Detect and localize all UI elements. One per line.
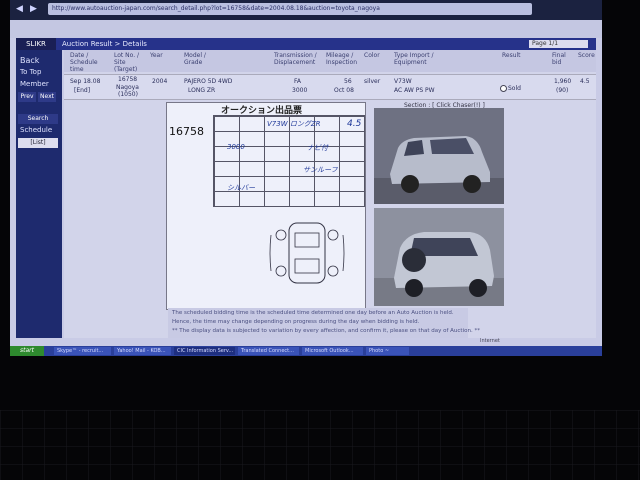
page-toolbar <box>10 20 602 38</box>
col-result: Result <box>502 52 521 59</box>
cell-transmission: FA <box>294 78 302 85</box>
security-zone: Internet <box>480 338 500 344</box>
address-bar[interactable]: http://www.autoauction-japan.com/search_… <box>48 3 532 15</box>
cell-equipment: AC AW PS PW <box>394 87 435 94</box>
cell-color: silver <box>364 78 381 85</box>
site-header-bar: SLIKR Auction Result > Details Page 1/1 <box>16 38 596 50</box>
cell-price-note: (90) <box>556 87 569 94</box>
cell-site: Nagoya <box>116 84 139 91</box>
handwriting: 4.5 <box>347 119 362 129</box>
handwriting: ナビ付 <box>307 144 328 152</box>
car-photo-front <box>374 108 504 204</box>
list-button[interactable]: [List] <box>18 138 58 148</box>
taskbar: start Skype™ - recruit... Yahoo! Mail - … <box>10 346 602 356</box>
member-link[interactable]: Member <box>20 80 49 88</box>
cell-grade: LONG ZR <box>188 87 216 94</box>
col-color: Color <box>364 52 380 59</box>
main-content: Date / Schedule time Lot No. / Site (Tar… <box>64 50 596 346</box>
col-mileage: Mileage / Inspection <box>326 52 357 66</box>
cell-site-code: (1050) <box>118 91 138 98</box>
laptop-keyboard <box>0 410 640 480</box>
col-date: Date / Schedule time <box>70 52 98 73</box>
back-link[interactable]: Back <box>20 56 39 65</box>
sheet-lot-number: 16758 <box>169 125 204 138</box>
table-row[interactable]: Sep 18.08 [End] 16758 Nagoya (1050) 2004… <box>64 74 596 100</box>
col-lot: Lot No. / Site (Target) <box>114 52 140 73</box>
cell-model: PAJERO 5D 4WD <box>184 78 233 85</box>
back-icon[interactable]: ◀ <box>16 3 26 15</box>
cell-type: V73W <box>394 78 412 85</box>
notice-line: ** The display data is subjected to vari… <box>172 328 480 334</box>
cell-inspection: Oct 08 <box>334 87 354 94</box>
taskbar-item-active[interactable]: CIC Information Serv... <box>174 347 235 355</box>
col-type: Type Import / Equipment <box>394 52 434 66</box>
handwriting: V73W ロングZR <box>267 120 321 128</box>
handwriting: 3000 <box>227 143 245 151</box>
monitor-screen: ◀ ▶ http://www.autoauction-japan.com/sea… <box>10 0 602 352</box>
auction-sheet-image: オークション出品票 16758 V73W ロングZR 4.5 ナビ付 サンルーフ… <box>166 102 366 310</box>
col-transmission: Transmission / Displacement <box>274 52 317 66</box>
col-model: Model / Grade <box>184 52 206 66</box>
notice-line: The scheduled bidding time is the schedu… <box>172 310 454 316</box>
handwriting: シルバー <box>227 184 255 192</box>
col-score: Score <box>578 52 595 59</box>
cell-score: 4.5 <box>580 78 590 85</box>
taskbar-item[interactable]: Photo ~ <box>366 347 409 355</box>
cell-mileage: 56 <box>344 78 352 85</box>
sidebar: Back To Top Member Prev Next Search Sche… <box>16 50 62 345</box>
taskbar-item[interactable]: Translated Connect... <box>238 347 299 355</box>
start-button[interactable]: start <box>10 346 44 356</box>
cell-date: Sep 18.08 <box>70 78 101 85</box>
result-radio[interactable] <box>500 85 507 92</box>
cell-price: 1,960 <box>554 78 572 85</box>
breadcrumb: Auction Result > Details <box>62 40 147 48</box>
notice-line: Hence, the time may change depending on … <box>172 319 420 325</box>
taskbar-item[interactable]: Yahoo! Mail - KOB... <box>114 347 171 355</box>
car-photo-rear <box>374 208 504 306</box>
bidding-notice: The scheduled bidding time is the schedu… <box>168 308 480 340</box>
schedule-link[interactable]: Schedule <box>20 126 52 134</box>
car-damage-diagram <box>269 222 345 284</box>
to-top-link[interactable]: To Top <box>20 68 41 76</box>
cell-displacement: 3000 <box>292 87 308 94</box>
search-button[interactable]: Search <box>18 114 58 124</box>
browser-status-bar: Internet <box>10 338 602 346</box>
next-button[interactable]: Next <box>38 92 56 102</box>
site-tab[interactable]: SLIKR <box>16 38 56 50</box>
taskbar-item[interactable]: Microsoft Outlook... <box>302 347 363 355</box>
cell-year: 2004 <box>152 78 168 85</box>
forward-icon[interactable]: ▶ <box>30 3 40 15</box>
cell-date-status: [End] <box>74 87 91 94</box>
browser-toolbar: ◀ ▶ http://www.autoauction-japan.com/sea… <box>10 0 602 20</box>
prev-button[interactable]: Prev <box>18 92 36 102</box>
table-header: Date / Schedule time Lot No. / Site (Tar… <box>64 50 596 73</box>
page-select[interactable]: Page 1/1 <box>529 40 588 48</box>
col-price: Final bid <box>552 52 566 66</box>
cell-result: Sold <box>508 85 521 92</box>
handwriting: サンルーフ <box>303 166 338 174</box>
taskbar-item[interactable]: Skype™ - recruit... <box>54 347 111 355</box>
cell-lot: 16758 <box>118 76 138 83</box>
col-year: Year <box>150 52 163 59</box>
